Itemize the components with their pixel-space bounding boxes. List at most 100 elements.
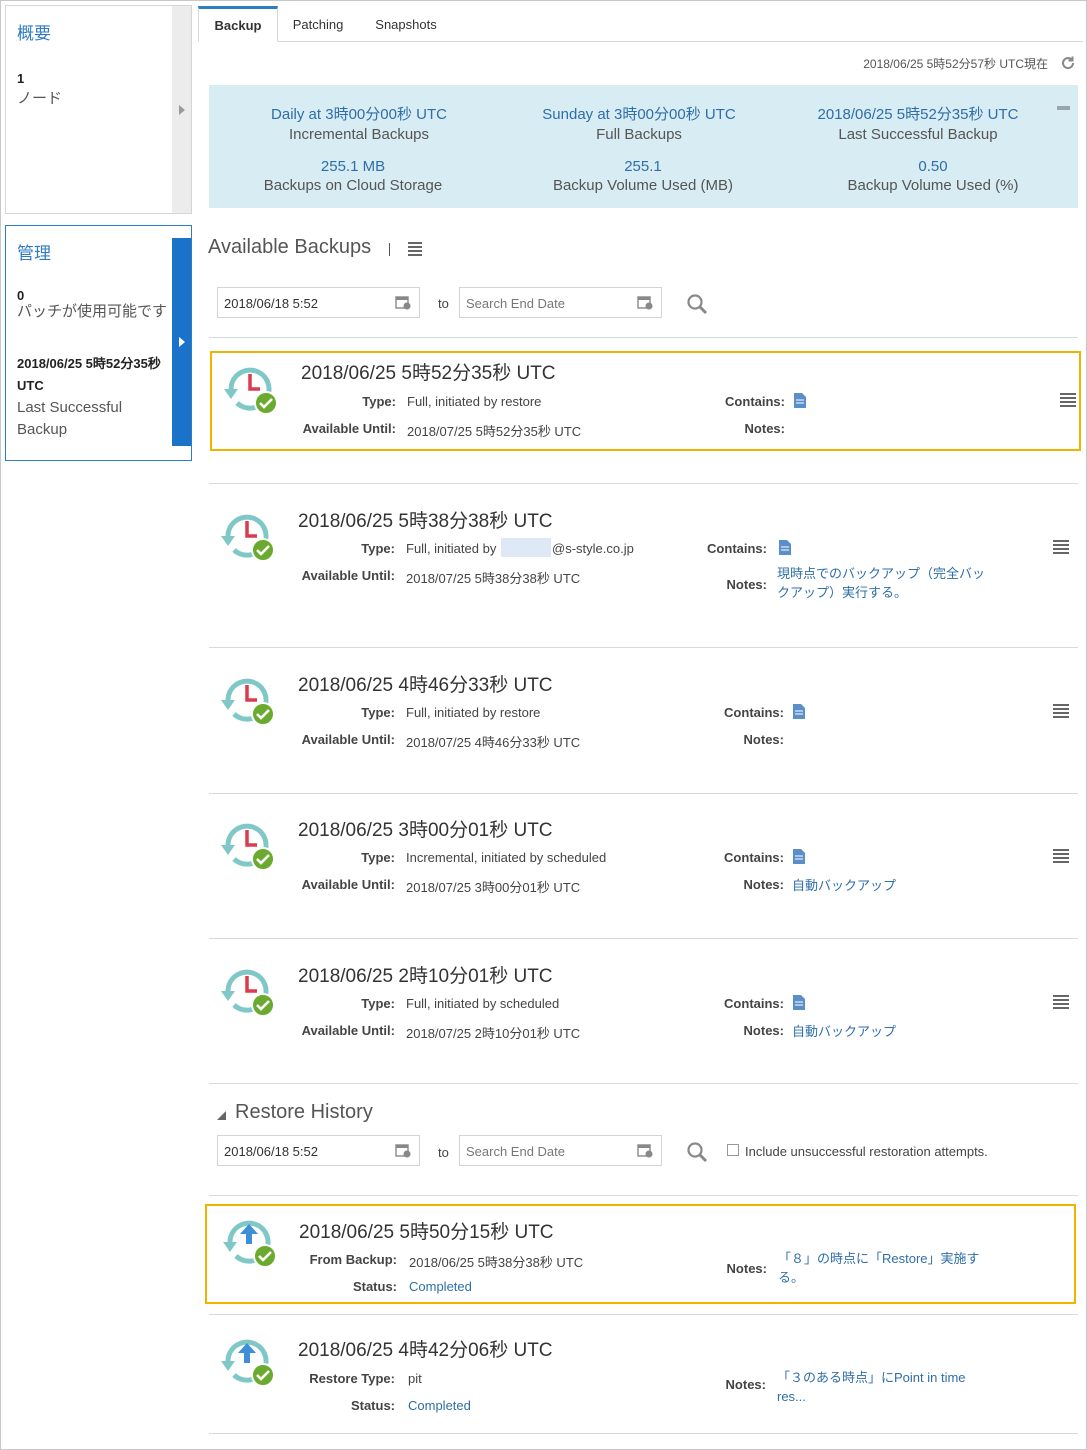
- document-icon[interactable]: [794, 393, 806, 408]
- backup-title[interactable]: 2018/06/25 5時52分35秒 UTC: [301, 358, 556, 385]
- volume-pct-value: 0.50: [918, 158, 948, 175]
- notes-label: Notes:: [726, 1261, 767, 1276]
- last-backup-time: 2018/06/25 5時52分35秒 UTC: [17, 356, 161, 393]
- restore-title[interactable]: 2018/06/25 4時42分06秒 UTC: [298, 1335, 553, 1362]
- collapse-triangle-icon[interactable]: [217, 1111, 226, 1120]
- available-backups-title: Available Backups: [208, 236, 372, 258]
- backup-item[interactable]: 2018/06/25 3時00分01秒 UTC Type: Incrementa…: [209, 809, 1081, 919]
- notes-label: Notes:: [743, 877, 784, 892]
- backup-end-date-placeholder: Search End Date: [466, 296, 566, 311]
- actions-menu-icon[interactable]: [1053, 995, 1069, 1009]
- divider: [209, 1433, 1078, 1434]
- contains-label: Contains:: [724, 705, 784, 720]
- notes-label: Notes:: [725, 1377, 766, 1392]
- document-icon[interactable]: [779, 540, 791, 555]
- restore-history-title[interactable]: Restore History: [235, 1101, 373, 1124]
- backup-item[interactable]: 2018/06/25 4時46分33秒 UTC Type: Full, init…: [209, 664, 1081, 774]
- divider: [209, 1195, 1078, 1196]
- restore-type-label: Restore Type:: [309, 1371, 395, 1386]
- type-label: Type:: [361, 850, 395, 865]
- actions-menu-icon[interactable]: [1053, 849, 1069, 863]
- backup-item[interactable]: 2018/06/25 2時10分01秒 UTC Type: Full, init…: [209, 955, 1081, 1065]
- notes-value[interactable]: 「８」の時点に「Restore」実施す る。: [778, 1249, 998, 1287]
- status-label: Status:: [352, 1279, 397, 1294]
- notes-value[interactable]: 現時点でのバックアップ（完全バッ クアップ）実行する。: [777, 564, 997, 602]
- restore-end-date-input[interactable]: Search End Date: [459, 1135, 662, 1166]
- contains-label: Contains:: [724, 850, 784, 865]
- actions-menu-icon[interactable]: [1060, 393, 1076, 407]
- backup-item[interactable]: 2018/06/25 5時38分38秒 UTC Type: Full, init…: [209, 500, 1081, 630]
- full-schedule: Sunday at 3時00分00秒 UTC: [542, 106, 736, 123]
- collapse-icon[interactable]: [1057, 106, 1070, 110]
- separator: [389, 243, 390, 256]
- backup-title[interactable]: 2018/06/25 5時38分38秒 UTC: [298, 506, 553, 533]
- backup-clock-icon: [221, 969, 275, 1017]
- type-value-suffix: @s-style.co.jp: [552, 541, 634, 556]
- notes-value[interactable]: 自動バックアップ: [792, 875, 896, 894]
- manage-expand[interactable]: [172, 238, 191, 446]
- calendar-icon[interactable]: [395, 295, 411, 310]
- type-label: Type:: [362, 394, 396, 409]
- tab-backup[interactable]: Backup: [198, 6, 278, 42]
- restore-item[interactable]: 2018/06/25 5時50分15秒 UTC From Backup: 201…: [205, 1204, 1076, 1304]
- chevron-right-icon: [178, 104, 185, 115]
- status-value[interactable]: Completed: [409, 1279, 472, 1294]
- backup-start-date-input[interactable]: 2018/06/18 5:52: [217, 287, 420, 318]
- backup-title[interactable]: 2018/06/25 4時46分33秒 UTC: [298, 670, 553, 697]
- from-backup-value: 2018/06/25 5時38分38秒 UTC: [409, 1255, 584, 1270]
- available-until-value: 2018/07/25 5時52分35秒 UTC: [407, 424, 582, 439]
- to-label: to: [438, 1145, 449, 1160]
- manage-card[interactable]: 管理 0 パッチが使用可能です 2018/06/25 5時52分35秒 UTC …: [5, 225, 192, 461]
- backup-title[interactable]: 2018/06/25 2時10分01秒 UTC: [298, 961, 553, 988]
- manage-title[interactable]: 管理: [17, 239, 51, 264]
- restore-title[interactable]: 2018/06/25 5時50分15秒 UTC: [299, 1217, 554, 1244]
- notes-line: 「３のある時点」にPoint in time: [777, 1370, 966, 1385]
- document-icon[interactable]: [793, 849, 805, 864]
- divider: [209, 483, 1078, 484]
- overview-expand[interactable]: [172, 6, 191, 213]
- notes-line: る。: [778, 1270, 805, 1285]
- calendar-icon[interactable]: [395, 1143, 411, 1158]
- refresh-icon[interactable]: [1060, 55, 1076, 71]
- available-until-label: Available Until:: [301, 877, 395, 892]
- notes-value[interactable]: 「３のある時点」にPoint in time res...: [777, 1368, 997, 1406]
- as-of-timestamp: 2018/06/25 5時52分57秒 UTC現在: [863, 57, 1048, 71]
- node-count: 1: [17, 71, 25, 86]
- tab-snapshots[interactable]: Snapshots: [366, 6, 446, 42]
- backup-title[interactable]: 2018/06/25 3時00分01秒 UTC: [298, 815, 553, 842]
- list-view-icon[interactable]: [408, 242, 422, 256]
- include-unsuccessful-checkbox[interactable]: [727, 1144, 739, 1156]
- notes-value[interactable]: 自動バックアップ: [792, 1021, 896, 1040]
- search-icon[interactable]: [686, 1141, 708, 1163]
- actions-menu-icon[interactable]: [1053, 704, 1069, 718]
- last-backup-label: Last Successful Backup: [17, 399, 123, 438]
- document-icon[interactable]: [793, 704, 805, 719]
- tab-patching[interactable]: Patching: [282, 6, 354, 42]
- backup-clock-icon: [221, 514, 275, 562]
- backup-end-date-input[interactable]: Search End Date: [459, 287, 662, 318]
- actions-menu-icon[interactable]: [1053, 540, 1069, 554]
- restore-start-date-value: 2018/06/18 5:52: [224, 1144, 318, 1159]
- document-icon[interactable]: [793, 995, 805, 1010]
- type-value: Incremental, initiated by scheduled: [406, 850, 607, 865]
- backup-item[interactable]: 2018/06/25 5時52分35秒 UTC Type: Full, init…: [210, 351, 1081, 451]
- overview-title[interactable]: 概要: [17, 19, 51, 44]
- contains-label: Contains:: [724, 996, 784, 1011]
- notes-line: 「８」の時点に「Restore」実施す: [778, 1251, 980, 1266]
- available-until-label: Available Until:: [301, 732, 395, 747]
- search-icon[interactable]: [686, 293, 708, 315]
- backup-summary: Daily at 3時00分00秒 UTC Incremental Backups…: [209, 85, 1078, 208]
- restore-item[interactable]: 2018/06/25 4時42分06秒 UTC Restore Type: pi…: [209, 1325, 1081, 1425]
- available-until-label: Available Until:: [301, 568, 395, 583]
- calendar-icon[interactable]: [637, 295, 653, 310]
- calendar-icon[interactable]: [637, 1143, 653, 1158]
- overview-card[interactable]: 概要 1 ノード: [5, 5, 192, 214]
- tab-bar: Backup Patching Snapshots: [198, 6, 1083, 42]
- full-label: Full Backups: [596, 126, 682, 143]
- restore-start-date-input[interactable]: 2018/06/18 5:52: [217, 1135, 420, 1166]
- backup-clock-icon: [224, 367, 278, 415]
- from-backup-label: From Backup:: [309, 1252, 397, 1267]
- status-value[interactable]: Completed: [408, 1398, 471, 1413]
- include-unsuccessful-label[interactable]: Include unsuccessful restoration attempt…: [745, 1144, 988, 1159]
- notes-label: Notes:: [743, 1023, 784, 1038]
